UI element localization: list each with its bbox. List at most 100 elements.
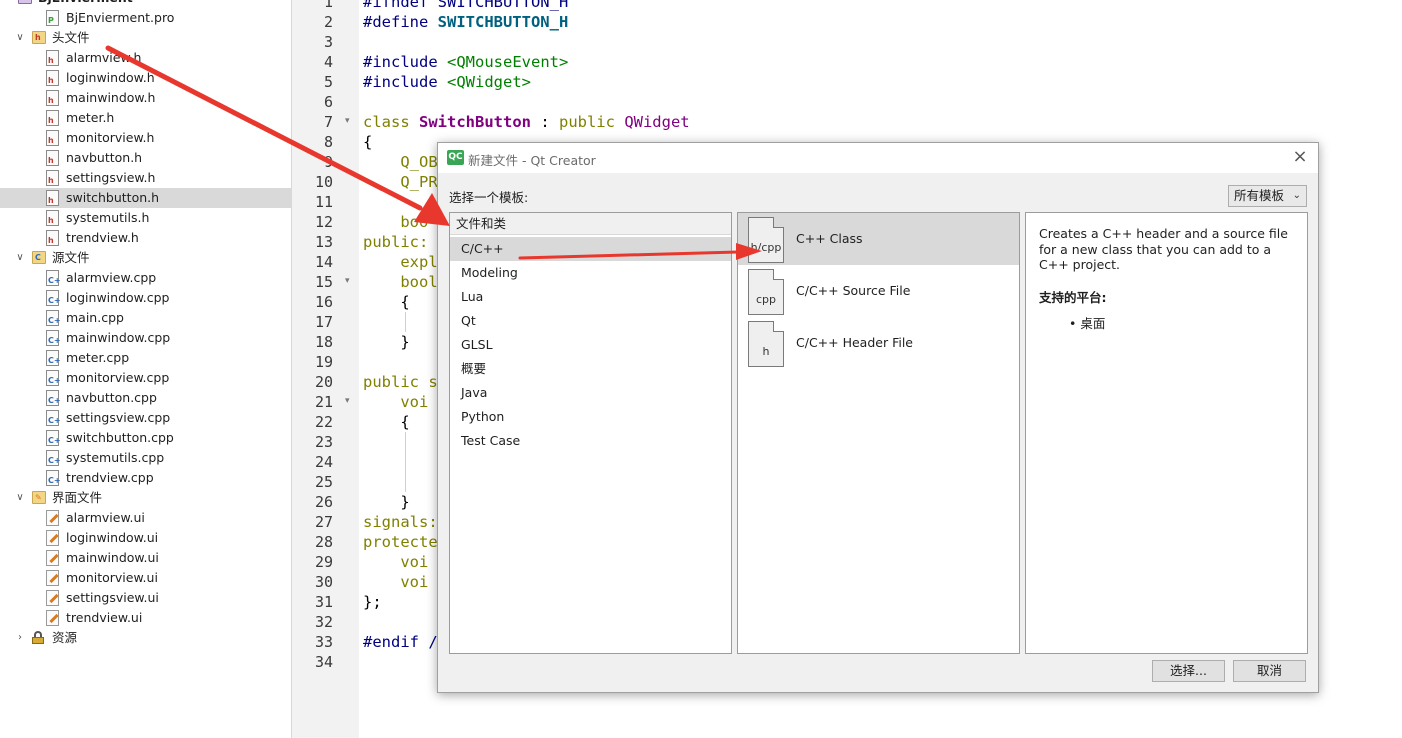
close-icon[interactable]: × bbox=[1291, 148, 1309, 166]
code-line: public: bbox=[363, 232, 428, 252]
line-number-gutter: 1 2 3 4 5 6 7 8 9 10 11 12 13 14 15 16 17 18 19 20 21 22 23 24 2… bbox=[292, 0, 359, 738]
code-line: #include <QMouseEvent> bbox=[363, 52, 568, 72]
category-item[interactable]: GLSL bbox=[450, 333, 731, 357]
category-item[interactable]: Lua bbox=[450, 285, 731, 309]
line-number: 33 bbox=[314, 633, 333, 651]
code-token: #include bbox=[363, 73, 447, 91]
tree-item[interactable]: loginwindow.ui bbox=[0, 528, 291, 548]
tree-item[interactable]: C+ meter.cpp bbox=[0, 348, 291, 368]
tree-item[interactable]: C+ settingsview.cpp bbox=[0, 408, 291, 428]
tree-item[interactable]: C+ trendview.cpp bbox=[0, 468, 291, 488]
cpp-file-icon: C+ bbox=[46, 270, 61, 286]
tree-item[interactable]: h systemutils.h bbox=[0, 208, 291, 228]
line-number: 20 bbox=[314, 373, 333, 391]
code-line: expl bbox=[363, 252, 437, 272]
tree-row-project[interactable]: BjEnvierment bbox=[0, 0, 291, 8]
code-token: { bbox=[363, 293, 410, 311]
category-item[interactable]: Modeling bbox=[450, 261, 731, 285]
line-number: 18 bbox=[314, 333, 333, 351]
tree-item-label: loginwindow.ui bbox=[66, 530, 159, 545]
category-item[interactable]: Python bbox=[450, 405, 731, 429]
tree-item-label: monitorview.ui bbox=[66, 570, 158, 585]
tree-item[interactable]: C+ navbutton.cpp bbox=[0, 388, 291, 408]
code-line: class SwitchButton : public QWidget bbox=[363, 112, 690, 132]
category-item[interactable]: 概要 bbox=[450, 357, 731, 381]
chevron-down-icon[interactable]: ∨ bbox=[15, 253, 25, 263]
tree-item[interactable]: h settingsview.h bbox=[0, 168, 291, 188]
fold-marker-icon[interactable]: ▾ bbox=[345, 396, 350, 406]
line-number: 12 bbox=[314, 213, 333, 231]
tree-item[interactable]: ∨ h 头文件 bbox=[0, 28, 291, 48]
line-number: 14 bbox=[314, 253, 333, 271]
tree-item-label: BjEnvierment.pro bbox=[66, 10, 175, 25]
line-number: 21 bbox=[314, 393, 333, 411]
tree-item[interactable]: › 资源 bbox=[0, 628, 291, 648]
tree-item[interactable]: C+ systemutils.cpp bbox=[0, 448, 291, 468]
document-icon: cpp bbox=[748, 269, 784, 315]
tree-item[interactable]: h mainwindow.h bbox=[0, 88, 291, 108]
tree-item-label: 源文件 bbox=[52, 250, 90, 265]
choose-template-label: 选择一个模板: bbox=[449, 190, 529, 205]
template-label: C/C++ Header File bbox=[796, 335, 913, 350]
tree-item[interactable]: h trendview.h bbox=[0, 228, 291, 248]
code-token: public bbox=[558, 113, 625, 131]
tree-item[interactable]: C+ mainwindow.cpp bbox=[0, 328, 291, 348]
code-token: #include bbox=[363, 53, 447, 71]
tree-item[interactable]: C+ loginwindow.cpp bbox=[0, 288, 291, 308]
tree-item[interactable]: settingsview.ui bbox=[0, 588, 291, 608]
code-token: #ifndef bbox=[363, 0, 438, 11]
category-item[interactable]: Java bbox=[450, 381, 731, 405]
h-file-icon: h bbox=[46, 170, 59, 186]
folder-icon: ✎ bbox=[32, 491, 46, 504]
tree-item[interactable]: ∨ C 源文件 bbox=[0, 248, 291, 268]
template-item[interactable]: h/cpp C++ Class bbox=[738, 213, 1019, 265]
tree-item[interactable]: C+ alarmview.cpp bbox=[0, 268, 291, 288]
chevron-right-icon[interactable]: › bbox=[15, 633, 25, 643]
line-number: 13 bbox=[314, 233, 333, 251]
tree-item[interactable]: alarmview.ui bbox=[0, 508, 291, 528]
tree-item[interactable]: h alarmview.h bbox=[0, 48, 291, 68]
template-filter-select[interactable]: 所有模板 ⌄ bbox=[1228, 185, 1307, 207]
dialog-title-bar[interactable]: QC 新建文件 - Qt Creator × bbox=[438, 143, 1318, 173]
line-number: 15 bbox=[314, 273, 333, 291]
category-item[interactable]: Test Case bbox=[450, 429, 731, 453]
tree-item[interactable]: h switchbutton.h bbox=[0, 188, 291, 208]
cancel-button[interactable]: 取消 bbox=[1233, 660, 1306, 682]
folder-glyph-icon: ✎ bbox=[35, 493, 42, 502]
code-line: }; bbox=[363, 592, 382, 612]
chevron-down-icon[interactable]: ∨ bbox=[15, 33, 25, 43]
template-item[interactable]: h C/C++ Header File bbox=[738, 317, 1019, 369]
fold-marker-icon[interactable]: ▾ bbox=[345, 276, 350, 286]
tree-item[interactable]: trendview.ui bbox=[0, 608, 291, 628]
template-item[interactable]: cpp C/C++ Source File bbox=[738, 265, 1019, 317]
tree-item-label: switchbutton.cpp bbox=[66, 430, 174, 445]
tree-item[interactable]: h monitorview.h bbox=[0, 128, 291, 148]
code-token: voi bbox=[363, 573, 429, 591]
tree-item[interactable]: C+ monitorview.cpp bbox=[0, 368, 291, 388]
fold-marker-icon[interactable]: ▾ bbox=[345, 116, 350, 126]
tree-item-label: alarmview.cpp bbox=[66, 270, 157, 285]
indent-guide bbox=[405, 312, 406, 332]
h-file-icon: h bbox=[46, 210, 59, 226]
h-file-icon: h bbox=[46, 110, 59, 126]
choose-button[interactable]: 选择... bbox=[1152, 660, 1225, 682]
tree-item[interactable]: C+ main.cpp bbox=[0, 308, 291, 328]
code-line: bool bbox=[363, 272, 437, 292]
tree-item[interactable]: mainwindow.ui bbox=[0, 548, 291, 568]
code-token: SWITCHBUTTON_H bbox=[437, 0, 569, 11]
code-line: public s bbox=[363, 372, 438, 392]
category-item[interactable]: Qt bbox=[450, 309, 731, 333]
tree-item[interactable]: ∨ ✎ 界面文件 bbox=[0, 488, 291, 508]
project-icon bbox=[18, 0, 32, 4]
tree-item[interactable]: h loginwindow.h bbox=[0, 68, 291, 88]
category-item[interactable]: C/C++ bbox=[450, 237, 731, 261]
tree-item[interactable]: monitorview.ui bbox=[0, 568, 291, 588]
cpp-file-icon: C+ bbox=[46, 290, 61, 306]
tree-item[interactable]: h navbutton.h bbox=[0, 148, 291, 168]
category-header: 文件和类 bbox=[450, 213, 731, 235]
tree-item[interactable]: C+ switchbutton.cpp bbox=[0, 428, 291, 448]
tree-item[interactable]: P BjEnvierment.pro bbox=[0, 8, 291, 28]
code-token: } bbox=[363, 493, 410, 511]
tree-item[interactable]: h meter.h bbox=[0, 108, 291, 128]
chevron-down-icon[interactable]: ∨ bbox=[15, 493, 25, 503]
